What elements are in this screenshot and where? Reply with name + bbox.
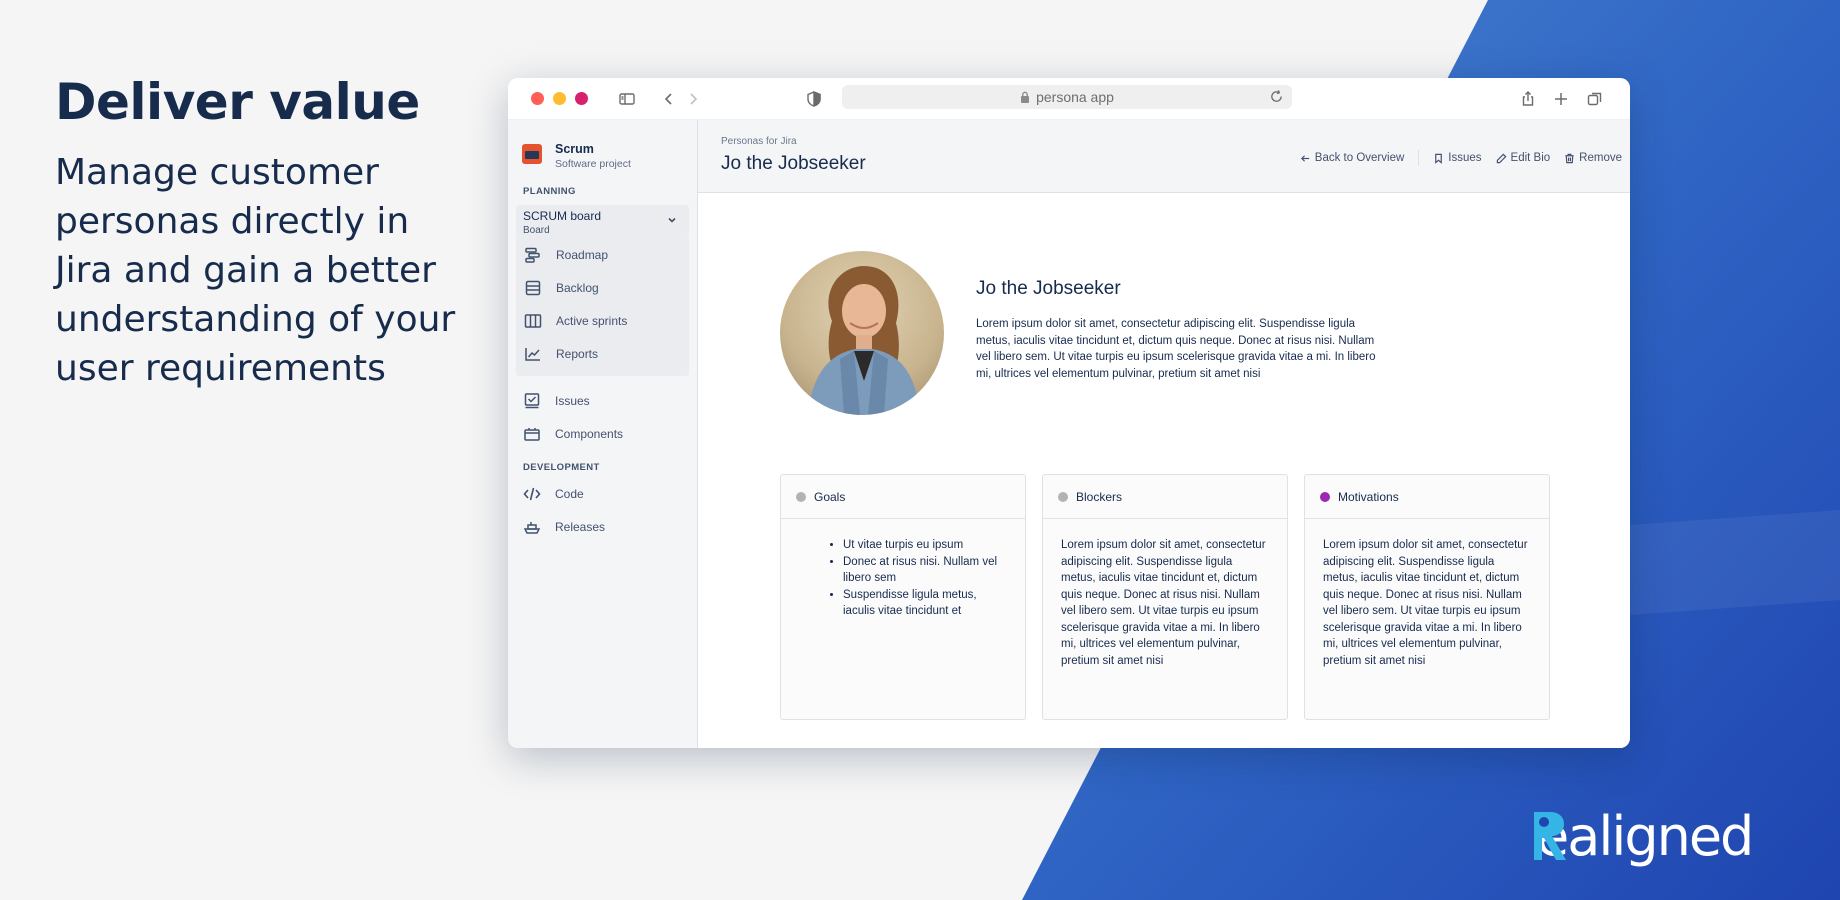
columns-icon bbox=[524, 313, 542, 328]
chart-line-icon bbox=[525, 347, 540, 361]
remove-label: Remove bbox=[1579, 152, 1622, 164]
sidebar-item-label: Active sprints bbox=[556, 313, 628, 328]
hero: Deliver value Manage customer personas d… bbox=[55, 72, 475, 393]
goals-card: Goals Ut vitae turpis eu ipsum Donec at … bbox=[780, 474, 1026, 720]
tab-overview-icon[interactable] bbox=[1585, 89, 1605, 109]
zoom-window-button[interactable] bbox=[575, 92, 588, 105]
page-title: Jo the Jobseeker bbox=[721, 153, 866, 174]
edit-bio-label: Edit Bio bbox=[1510, 152, 1551, 164]
remove-button[interactable]: Remove bbox=[1564, 152, 1622, 164]
planning-heading: PLANNING bbox=[523, 186, 576, 197]
persona-name: Jo the Jobseeker bbox=[976, 278, 1121, 299]
new-tab-icon[interactable] bbox=[1551, 89, 1571, 109]
sidebar-item-label: Code bbox=[555, 486, 584, 501]
ship-icon bbox=[523, 521, 541, 534]
project-header[interactable]: Scrum Software project bbox=[508, 120, 697, 170]
chevron-down-icon[interactable] bbox=[667, 215, 677, 225]
share-icon[interactable] bbox=[1518, 89, 1538, 109]
sidebar-item-backlog[interactable]: Backlog bbox=[516, 271, 689, 304]
project-sidebar: Scrum Software project PLANNING SCRUM bo… bbox=[508, 120, 698, 748]
hero-title: Deliver value bbox=[55, 73, 420, 131]
blockers-text: Lorem ipsum dolor sit amet, consectetur … bbox=[1061, 539, 1266, 667]
main-content: Personas for Jira Jo the Jobseeker Back … bbox=[698, 120, 1630, 748]
url-text: persona app bbox=[1036, 89, 1114, 105]
bookmark-icon bbox=[1435, 153, 1443, 164]
sidebar-item-active-sprints[interactable]: Active sprints bbox=[516, 304, 689, 337]
sidebar-item-label: Releases bbox=[555, 519, 606, 534]
sidebar-item-components[interactable]: Components bbox=[508, 417, 697, 450]
sidebar-item-label: Issues bbox=[555, 393, 590, 408]
blockers-card: Blockers Lorem ipsum dolor sit amet, con… bbox=[1042, 474, 1288, 720]
browser-window: persona app Scrum Software project PLANN… bbox=[508, 78, 1630, 748]
reload-icon[interactable] bbox=[1269, 89, 1284, 104]
motivations-status-dot bbox=[1320, 491, 1330, 502]
motivations-text: Lorem ipsum dolor sit amet, consectetur … bbox=[1323, 539, 1528, 667]
persona-bio: Lorem ipsum dolor sit amet, consectetur … bbox=[976, 318, 1376, 380]
list-item: Ut vitae turpis eu ipsum bbox=[843, 537, 1007, 554]
lock-icon bbox=[1021, 91, 1030, 103]
edit-bio-button[interactable]: Edit Bio bbox=[1496, 152, 1551, 164]
forward-arrow-icon[interactable] bbox=[683, 89, 703, 109]
sidebar-item-label: Reports bbox=[556, 346, 599, 361]
goals-list: Ut vitae turpis eu ipsum Donec at risus … bbox=[799, 537, 1007, 620]
issues-button[interactable]: Issues bbox=[1433, 152, 1482, 164]
board-type: Board bbox=[523, 225, 550, 236]
minimize-window-button[interactable] bbox=[553, 92, 566, 105]
browser-titlebar: persona app bbox=[508, 78, 1630, 120]
hero-subtitle: Manage customer personas directly in Jir… bbox=[55, 152, 456, 389]
page-header: Personas for Jira Jo the Jobseeker Back … bbox=[698, 120, 1630, 193]
project-avatar-icon bbox=[522, 144, 542, 164]
sidebar-item-roadmap[interactable]: Roadmap bbox=[516, 238, 689, 271]
trash-icon bbox=[1565, 153, 1574, 163]
blockers-title: Blockers bbox=[1076, 489, 1123, 504]
list-item: Suspendisse ligula metus, iaculis vitae … bbox=[843, 587, 1007, 620]
realigned-logo: ealigned bbox=[1532, 800, 1762, 870]
persona-cards: Goals Ut vitae turpis eu ipsum Donec at … bbox=[780, 474, 1550, 720]
backlog-icon bbox=[525, 280, 541, 295]
back-arrow-icon[interactable] bbox=[659, 89, 679, 109]
project-type: Software project bbox=[555, 158, 631, 170]
sidebar-item-code[interactable]: Code bbox=[508, 477, 697, 510]
breadcrumb[interactable]: Personas for Jira bbox=[721, 136, 797, 147]
sidebar-item-issues[interactable]: Issues bbox=[508, 384, 697, 417]
goals-status-dot bbox=[796, 491, 806, 502]
sidebar-item-reports[interactable]: Reports bbox=[516, 337, 689, 370]
list-item: Donec at risus nisi. Nullam vel libero s… bbox=[843, 554, 1007, 587]
motivations-title: Motivations bbox=[1338, 489, 1399, 504]
sidebar-item-releases[interactable]: Releases bbox=[508, 510, 697, 543]
back-to-overview-button[interactable]: Back to Overview bbox=[1300, 152, 1404, 164]
address-bar[interactable]: persona app bbox=[842, 85, 1292, 109]
back-to-overview-label: Back to Overview bbox=[1314, 152, 1405, 164]
project-name: Scrum bbox=[555, 142, 594, 156]
persona-avatar bbox=[780, 251, 944, 415]
roadmap-icon bbox=[525, 247, 540, 263]
sidebar-item-label: Backlog bbox=[556, 280, 599, 295]
code-icon bbox=[523, 487, 541, 500]
board-name: SCRUM board bbox=[523, 209, 602, 223]
issues-label: Issues bbox=[1448, 152, 1482, 164]
blockers-status-dot bbox=[1058, 491, 1068, 502]
sidebar-item-label: Components bbox=[555, 426, 624, 441]
sidebar-toggle-icon[interactable] bbox=[617, 89, 637, 109]
shield-icon[interactable] bbox=[804, 89, 824, 109]
board-selector[interactable]: SCRUM board Board bbox=[516, 205, 689, 238]
components-icon bbox=[524, 427, 540, 441]
development-heading: DEVELOPMENT bbox=[523, 462, 600, 473]
sidebar-item-label: Roadmap bbox=[556, 247, 609, 262]
close-window-button[interactable] bbox=[531, 92, 544, 105]
motivations-card: Motivations Lorem ipsum dolor sit amet, … bbox=[1304, 474, 1550, 720]
divider bbox=[1418, 150, 1420, 166]
checkbox-icon bbox=[524, 392, 540, 408]
goals-title: Goals bbox=[814, 489, 846, 504]
arrow-left-icon bbox=[1300, 154, 1309, 162]
pencil-icon bbox=[1496, 153, 1506, 163]
